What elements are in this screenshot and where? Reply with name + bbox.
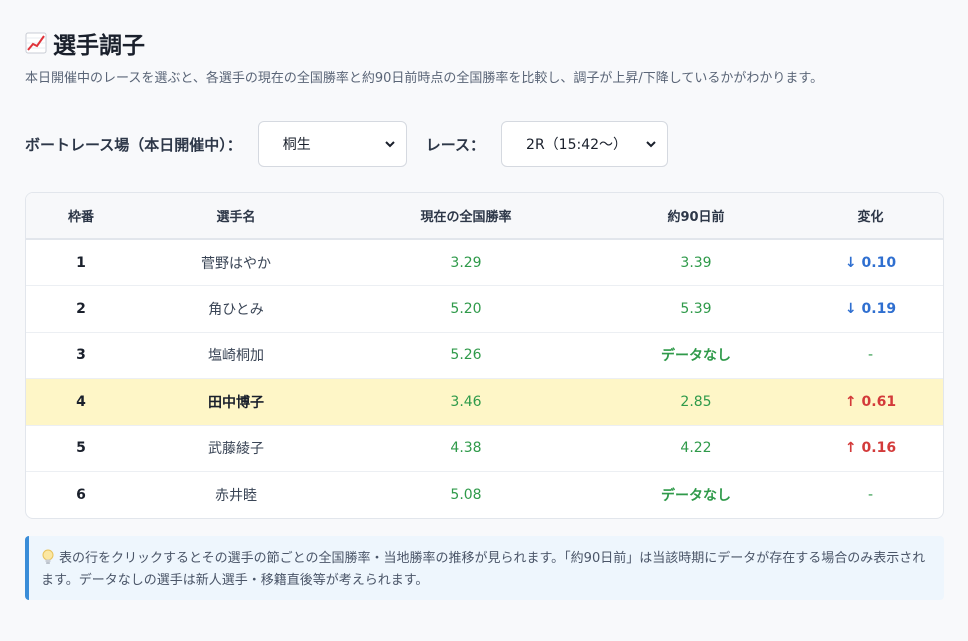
- rate-change: ↓ 0.10: [844, 254, 897, 271]
- table-row[interactable]: 6 赤井睦 5.08 データなし -: [26, 472, 943, 519]
- column-header-frame: 枠番: [67, 210, 94, 225]
- past-rate: 5.39: [680, 300, 712, 317]
- lightbulb-icon: [42, 549, 54, 564]
- frame-number: 5: [76, 440, 86, 457]
- current-rate: 5.20: [450, 300, 482, 317]
- rate-change: -: [867, 487, 874, 503]
- frame-number: 6: [76, 487, 86, 503]
- rate-change: ↑ 0.61: [844, 393, 897, 410]
- current-rate: 3.29: [450, 254, 482, 271]
- table-row[interactable]: 1 菅野はやか 3.29 3.39 ↓ 0.10: [26, 239, 943, 286]
- racer-name: 塩崎桐加: [208, 348, 264, 365]
- chart-increasing-icon: [25, 32, 47, 54]
- current-rate: 3.46: [450, 393, 482, 410]
- page: 選手調子 本日開催中のレースを選ぶと、各選手の現在の全国勝率と約90日前時点の全…: [25, 28, 944, 600]
- racer-name: 菅野はやか: [201, 255, 271, 272]
- chevron-down-icon: [385, 141, 395, 148]
- frame-number: 1: [76, 254, 86, 271]
- chevron-down-icon: [646, 141, 656, 148]
- info-note: 表の行をクリックするとその選手の節ごとの全国勝率・当地勝率の推移が見られます。「…: [25, 536, 944, 600]
- rate-change: -: [867, 347, 874, 364]
- table-row[interactable]: 3 塩崎桐加 5.26 データなし -: [26, 332, 943, 379]
- venue-select-value: 桐生: [282, 137, 311, 153]
- current-rate: 4.38: [450, 440, 482, 457]
- table-header-row: 枠番 選手名 現在の全国勝率 約90日前 変化: [26, 193, 943, 239]
- racer-name: 武藤綾子: [208, 441, 264, 458]
- race-select[interactable]: 2R（15:42〜）: [501, 121, 669, 167]
- racer-name: 田中博子: [208, 394, 264, 411]
- info-note-text: 表の行をクリックするとその選手の節ごとの全国勝率・当地勝率の推移が見られます。「…: [41, 551, 926, 588]
- past-rate: データなし: [661, 348, 731, 365]
- past-rate: データなし: [661, 488, 731, 504]
- current-rate: 5.26: [450, 347, 482, 364]
- past-rate: 3.39: [680, 254, 712, 271]
- race-label: レース：: [425, 135, 486, 154]
- frame-number: 2: [76, 300, 86, 317]
- frame-number: 4: [76, 393, 86, 410]
- current-rate: 5.08: [450, 487, 482, 503]
- venue-select[interactable]: 桐生: [257, 121, 407, 167]
- table-row[interactable]: 5 武藤綾子 4.38 4.22 ↑ 0.16: [26, 425, 943, 472]
- column-header-current-rate: 現在の全国勝率: [420, 210, 512, 225]
- venue-label: ボートレース場（本日開催中）：: [25, 135, 242, 154]
- page-title: 選手調子: [53, 33, 145, 59]
- rate-change: ↓ 0.19: [844, 300, 897, 317]
- filter-controls: ボートレース場（本日開催中）： 桐生 レース： 2R（15:42〜）: [25, 120, 944, 168]
- race-select-value: 2R（15:42〜）: [526, 137, 628, 153]
- table-row-highlighted[interactable]: 4 田中博子 3.46 2.85 ↑ 0.61: [26, 378, 943, 425]
- past-rate: 2.85: [680, 393, 712, 410]
- racer-name: 赤井睦: [215, 488, 257, 504]
- rate-change: ↑ 0.16: [844, 440, 897, 457]
- past-rate: 4.22: [680, 440, 712, 457]
- racer-name: 角ひとみ: [208, 301, 264, 318]
- column-header-name: 選手名: [216, 210, 256, 225]
- column-header-change: 変化: [857, 210, 884, 225]
- title-row: 選手調子: [25, 28, 944, 59]
- column-header-past-rate: 約90日前: [667, 210, 725, 225]
- frame-number: 3: [76, 347, 86, 364]
- form-table: 枠番 選手名 現在の全国勝率 約90日前 変化 1 菅野はやか 3.29 3.3…: [25, 192, 944, 519]
- page-description: 本日開催中のレースを選ぶと、各選手の現在の全国勝率と約90日前時点の全国勝率を比…: [25, 71, 824, 86]
- table-row[interactable]: 2 角ひとみ 5.20 5.39 ↓ 0.19: [26, 286, 943, 332]
